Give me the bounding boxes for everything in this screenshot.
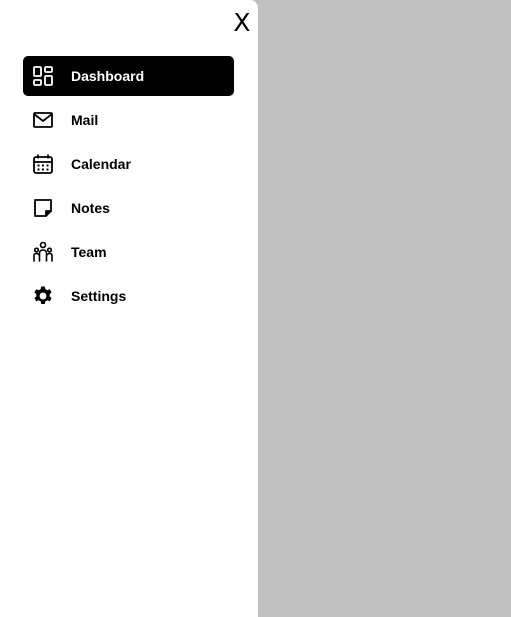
menu-item-label: Settings [71, 288, 127, 304]
note-icon [23, 188, 63, 228]
close-button[interactable]: X [229, 8, 255, 38]
drawer-menu: Dashboard Mail Calendar Notes Team Setti… [23, 56, 234, 320]
navigation-drawer: X Dashboard Mail Calendar Notes Team Set… [0, 0, 258, 617]
menu-item-label: Team [71, 244, 107, 260]
calendar-icon [23, 144, 63, 184]
menu-item-team[interactable]: Team [23, 232, 234, 272]
team-icon [23, 232, 63, 272]
menu-item-label: Notes [71, 200, 110, 216]
mail-icon [23, 100, 63, 140]
dashboard-icon [23, 56, 63, 96]
menu-item-label: Mail [71, 112, 99, 128]
menu-item-calendar[interactable]: Calendar [23, 144, 234, 184]
menu-item-notes[interactable]: Notes [23, 188, 234, 228]
gear-icon [23, 276, 63, 316]
menu-item-dashboard[interactable]: Dashboard [23, 56, 234, 96]
backdrop-overlay[interactable] [258, 0, 511, 617]
menu-item-label: Dashboard [71, 68, 145, 84]
menu-item-mail[interactable]: Mail [23, 100, 234, 140]
menu-item-label: Calendar [71, 156, 131, 172]
menu-item-settings[interactable]: Settings [23, 276, 234, 316]
